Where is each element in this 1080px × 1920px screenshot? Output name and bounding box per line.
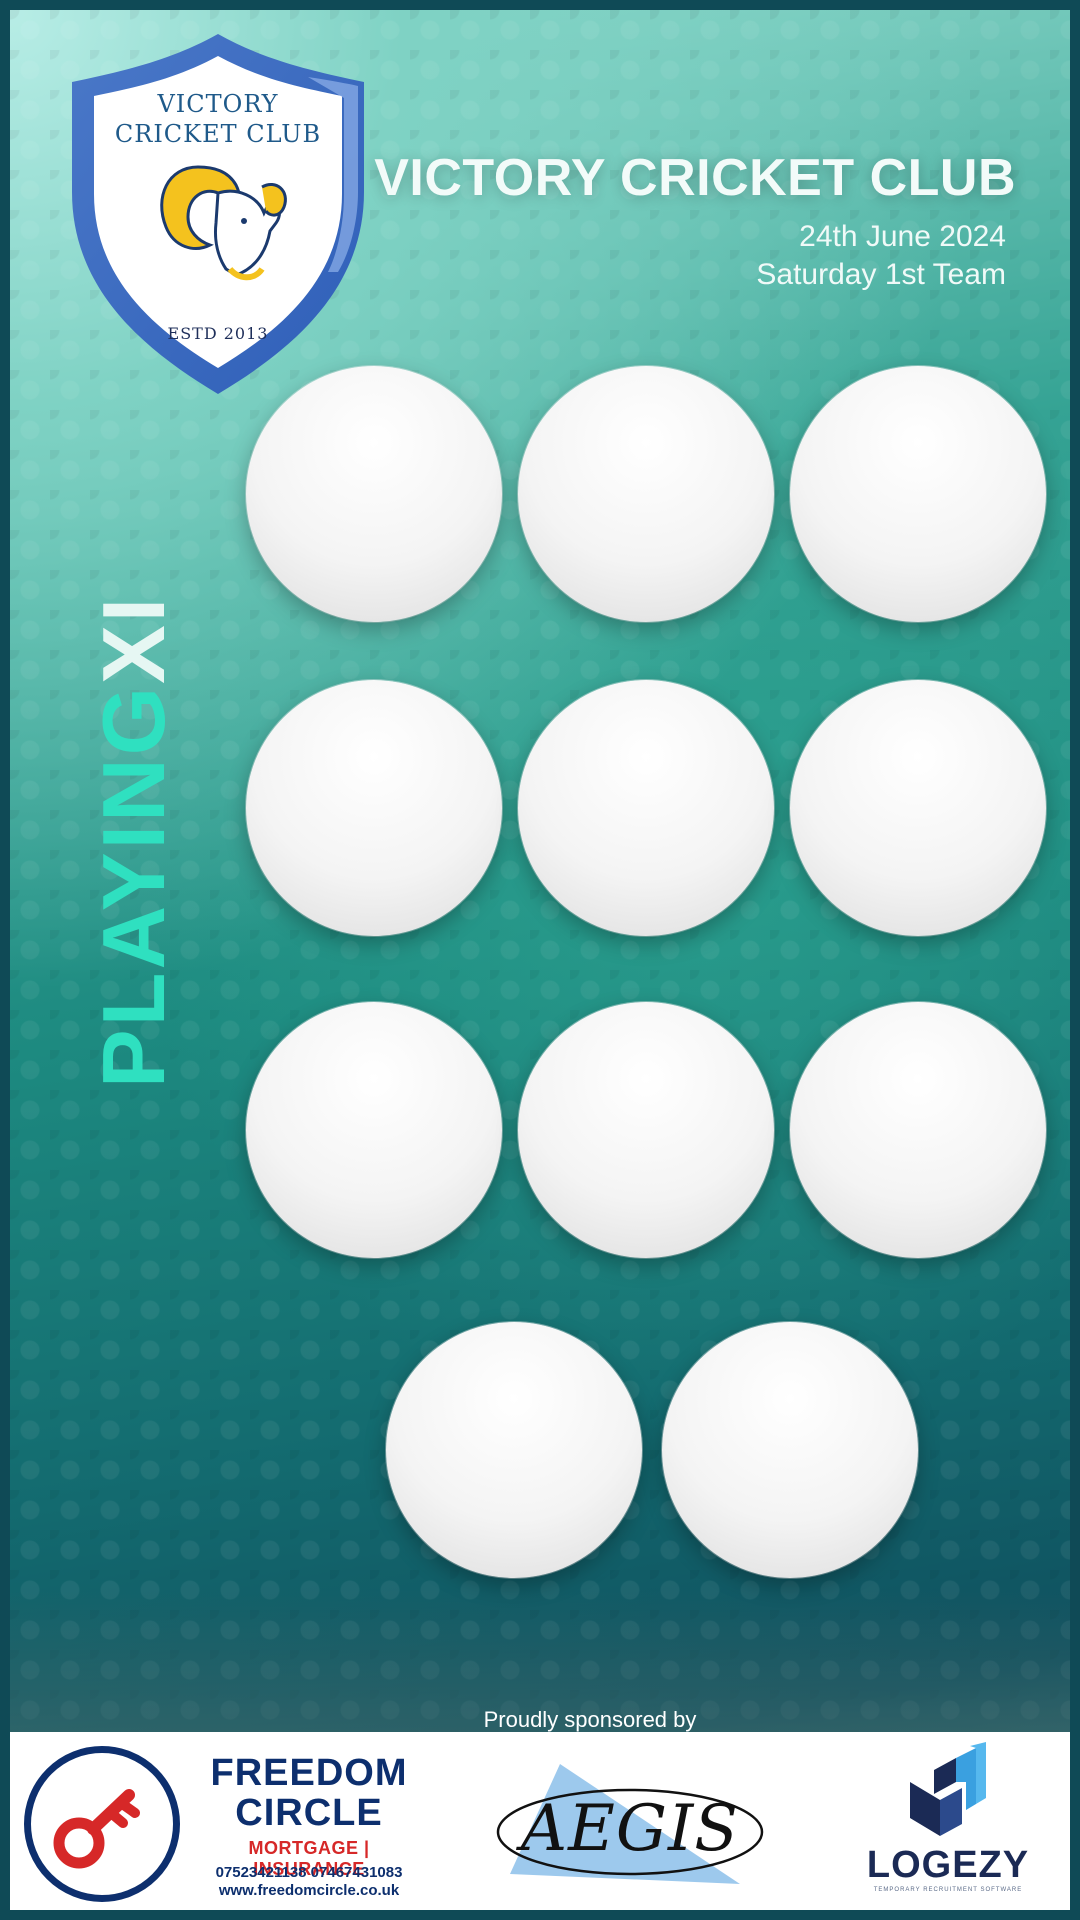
logezy-subtitle: TEMPORARY RECRUITMENT SOFTWARE <box>873 1887 1023 1893</box>
shield-icon <box>72 34 364 394</box>
player-photo-slot-2[interactable] <box>518 366 774 622</box>
key-icon <box>53 1789 140 1869</box>
club-title: VICTORY CRICKET CLUB <box>374 149 1016 207</box>
team-poster: VICTORY CRICKET CLUB ESTD 2013 VICTORY C… <box>0 0 1080 1920</box>
xi-text: XI <box>84 594 183 684</box>
player-photo-slot-4[interactable] <box>246 680 502 936</box>
freedom-circle-logo <box>24 1746 180 1902</box>
logezy-name: LOGEZY <box>866 1844 1030 1886</box>
match-date: 24th June 2024 <box>799 220 1006 253</box>
player-photo-slot-7[interactable] <box>246 1002 502 1258</box>
freedom-circle-website[interactable]: www.freedomcircle.co.uk <box>184 1882 434 1899</box>
player-photo-slot-1[interactable] <box>246 366 502 622</box>
sponsor-bar: FREEDOM CIRCLE MORTGAGE | INSURANCE 0752… <box>10 1732 1070 1910</box>
crest-established: ESTD 2013 <box>167 324 269 343</box>
sponsor-logezy[interactable]: LOGEZY TEMPORARY RECRUITMENT SOFTWARE <box>858 1742 1038 1902</box>
freedom-circle-name-line2: CIRCLE <box>235 1792 383 1834</box>
player-photo-slot-8[interactable] <box>518 1002 774 1258</box>
sponsor-freedom-circle[interactable]: FREEDOM CIRCLE MORTGAGE | INSURANCE 0752… <box>24 1746 444 1906</box>
sponsor-aegis[interactable]: AEGIS <box>490 1754 770 1894</box>
team-name: Saturday 1st Team <box>756 258 1006 291</box>
player-photo-slot-3[interactable] <box>790 366 1046 622</box>
cube-icon <box>910 1742 986 1836</box>
freedom-circle-name-line1: FREEDOM <box>210 1752 408 1794</box>
player-photo-slot-9[interactable] <box>790 1002 1046 1258</box>
playing-text: PLAYING <box>84 683 183 1088</box>
freedom-circle-phones: 07523421138 07467431083 <box>215 1864 403 1881</box>
aegis-name: AEGIS <box>520 1792 740 1866</box>
sponsor-caption: Proudly sponsored by <box>483 1707 697 1732</box>
player-photo-slot-11[interactable] <box>662 1322 918 1578</box>
club-crest: VICTORY CRICKET CLUB ESTD 2013 <box>58 22 378 402</box>
crest-title-line2: CRICKET CLUB <box>114 120 322 148</box>
crest-title-line1: VICTORY <box>157 90 279 118</box>
player-photo-slot-6[interactable] <box>790 680 1046 936</box>
player-photo-slot-5[interactable] <box>518 680 774 936</box>
player-photo-slot-10[interactable] <box>386 1322 642 1578</box>
